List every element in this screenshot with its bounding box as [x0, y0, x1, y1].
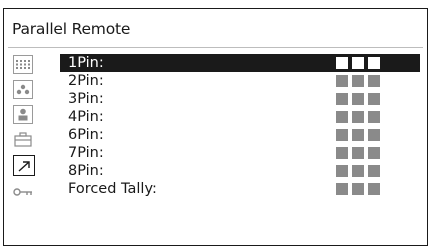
dotted-panel-icon[interactable]: [13, 55, 33, 74]
pin-label: 3Pin:: [68, 91, 104, 107]
pin-row-4pin[interactable]: 4Pin:: [60, 108, 420, 126]
status-square: [352, 147, 364, 159]
pin-label: 7Pin:: [68, 145, 104, 161]
page-title: Parallel Remote: [12, 20, 131, 38]
status-square: [336, 111, 348, 123]
pin-row-8pin[interactable]: 8Pin:: [60, 162, 420, 180]
pin-label: 1Pin:: [68, 55, 104, 71]
key-icon[interactable]: [13, 182, 33, 201]
status-square: [352, 129, 364, 141]
status-square: [368, 129, 380, 141]
pin-status-indicator: [336, 75, 380, 87]
status-square: [368, 165, 380, 177]
pin-status-indicator: [336, 147, 380, 159]
status-square: [368, 75, 380, 87]
arrow-icon[interactable]: [13, 155, 35, 176]
status-square: [368, 183, 380, 195]
pin-status-indicator: [336, 111, 380, 123]
title-divider: [8, 47, 423, 48]
menu-window: Parallel Remote 1Pin: 2Pin: 3Pin: 4Pin: …: [3, 8, 428, 246]
pin-label: Forced Tally:: [68, 181, 157, 197]
status-square: [352, 111, 364, 123]
status-square: [352, 93, 364, 105]
status-square: [352, 57, 364, 69]
status-square: [368, 147, 380, 159]
status-square: [336, 57, 348, 69]
status-square: [352, 183, 364, 195]
pin-status-indicator: [336, 93, 380, 105]
status-square: [368, 57, 380, 69]
pin-row-6pin[interactable]: 6Pin:: [60, 126, 420, 144]
sidebar-icons: [10, 55, 36, 207]
pin-row-2pin[interactable]: 2Pin:: [60, 72, 420, 90]
pin-row-7pin[interactable]: 7Pin:: [60, 144, 420, 162]
status-square: [336, 93, 348, 105]
pin-label: 2Pin:: [68, 73, 104, 89]
pin-status-indicator: [336, 183, 380, 195]
briefcase-icon[interactable]: [13, 130, 33, 149]
pin-status-indicator: [336, 165, 380, 177]
status-square: [352, 75, 364, 87]
status-square: [336, 147, 348, 159]
pin-status-indicator: [336, 57, 380, 69]
pin-row-1pin[interactable]: 1Pin:: [60, 54, 420, 72]
status-square: [368, 111, 380, 123]
pin-label: 4Pin:: [68, 109, 104, 125]
status-square: [368, 93, 380, 105]
status-square: [336, 129, 348, 141]
person-icon[interactable]: [13, 105, 33, 124]
pin-label: 6Pin:: [68, 127, 104, 143]
pin-list: 1Pin: 2Pin: 3Pin: 4Pin: 6Pin: 7Pin: 8Pin…: [60, 54, 420, 198]
pin-status-indicator: [336, 129, 380, 141]
status-square: [352, 165, 364, 177]
status-square: [336, 165, 348, 177]
status-square: [336, 75, 348, 87]
people-icon[interactable]: [13, 80, 33, 99]
pin-label: 8Pin:: [68, 163, 104, 179]
status-square: [336, 183, 348, 195]
pin-row-3pin[interactable]: 3Pin:: [60, 90, 420, 108]
pin-row-forced-tally[interactable]: Forced Tally:: [60, 180, 420, 198]
